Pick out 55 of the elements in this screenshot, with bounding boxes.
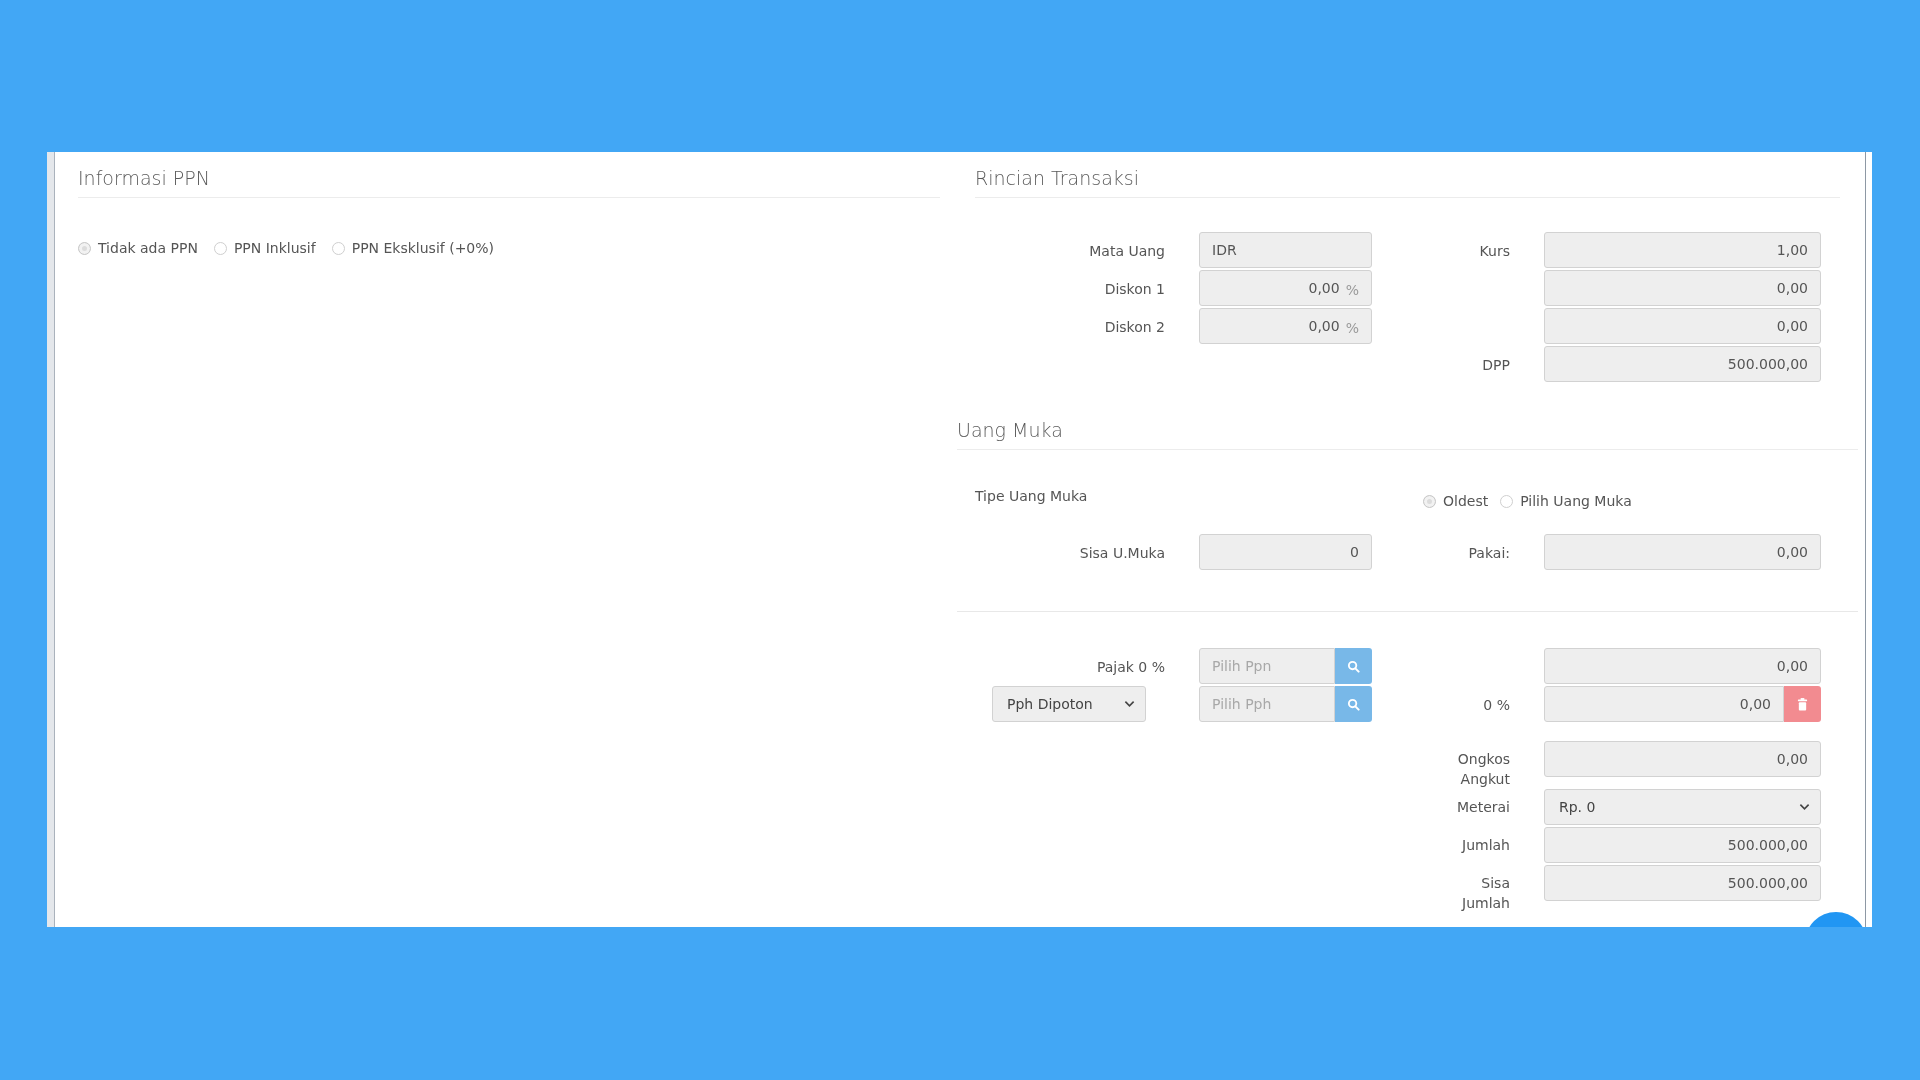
trash-icon [1797,697,1808,711]
radio-label: Tidak ada PPN [98,240,198,256]
radio-label: PPN Inklusif [233,240,316,256]
input-field[interactable]: 500.000,00 [1544,346,1821,382]
radio-button[interactable] [1500,494,1514,508]
field-label: Sisa Jumlah [1460,874,1510,913]
radio-button[interactable] [1423,494,1436,508]
field-label: Meterai [1455,798,1510,817]
dropdown[interactable]: Rp. 0 [1544,789,1821,825]
search-field[interactable]: Pilih Ppn [1199,648,1335,684]
input-field[interactable]: IDR [1199,232,1372,268]
input-field[interactable]: 500.000,00 [1544,865,1821,901]
section-heading: Uang Muka [957,418,1064,442]
field-label: DPP [1481,356,1510,375]
section-heading: Informasi PPN [78,166,211,190]
field-label: Diskon 1 [1104,280,1165,299]
radio-label: Pilih Uang Muka [1520,493,1632,509]
chevron-down-icon [1799,803,1810,811]
input-field[interactable]: 0,00 [1544,648,1821,684]
field-label: Jumlah [1460,836,1510,855]
unit-label: % [1345,319,1359,336]
input-field[interactable]: 0 [1199,534,1372,570]
input-field[interactable]: 0,00 [1544,534,1821,570]
radio-button[interactable] [331,241,345,255]
search-icon [1347,697,1360,711]
field-label: Sisa U.Muka [1079,544,1165,563]
search-field[interactable]: Pilih Pph [1199,686,1335,722]
radio-button[interactable] [213,241,227,255]
input-field[interactable]: 0,00 % [1199,270,1372,306]
section-heading: Rincian Transaksi [975,166,1140,190]
search-button[interactable] [1335,648,1372,684]
dropdown[interactable]: Pph Dipoton [992,686,1146,722]
radio-label: PPN Eksklusif (+0%) [351,240,495,256]
chevron-down-icon [1124,700,1135,708]
field-label: Ongkos Angkut [1456,750,1510,789]
input-field[interactable]: 0,00 [1544,741,1821,777]
field-label: Diskon 2 [1104,318,1165,337]
search-button[interactable] [1335,686,1372,722]
field-label: Kurs [1478,242,1510,261]
search-icon [1347,659,1360,673]
field-label: 0 % [1482,696,1510,715]
field-label: Mata Uang [1089,242,1165,261]
delete-button[interactable] [1784,686,1821,722]
input-field[interactable]: 0,00 [1544,308,1821,344]
input-field[interactable]: 0,00 [1544,686,1784,722]
input-field[interactable]: 500.000,00 [1544,827,1821,863]
radio-button[interactable] [78,241,91,255]
field-label: Tipe Uang Muka [974,487,1089,506]
radio-label: Oldest [1443,493,1489,509]
input-field[interactable]: 1,00 [1544,232,1821,268]
field-label: Pajak 0 % [1096,658,1165,677]
input-field[interactable]: 0,00 [1544,270,1821,306]
input-field[interactable]: 0,00 % [1199,308,1372,344]
field-label: Pakai: [1467,544,1510,563]
unit-label: % [1345,281,1359,298]
